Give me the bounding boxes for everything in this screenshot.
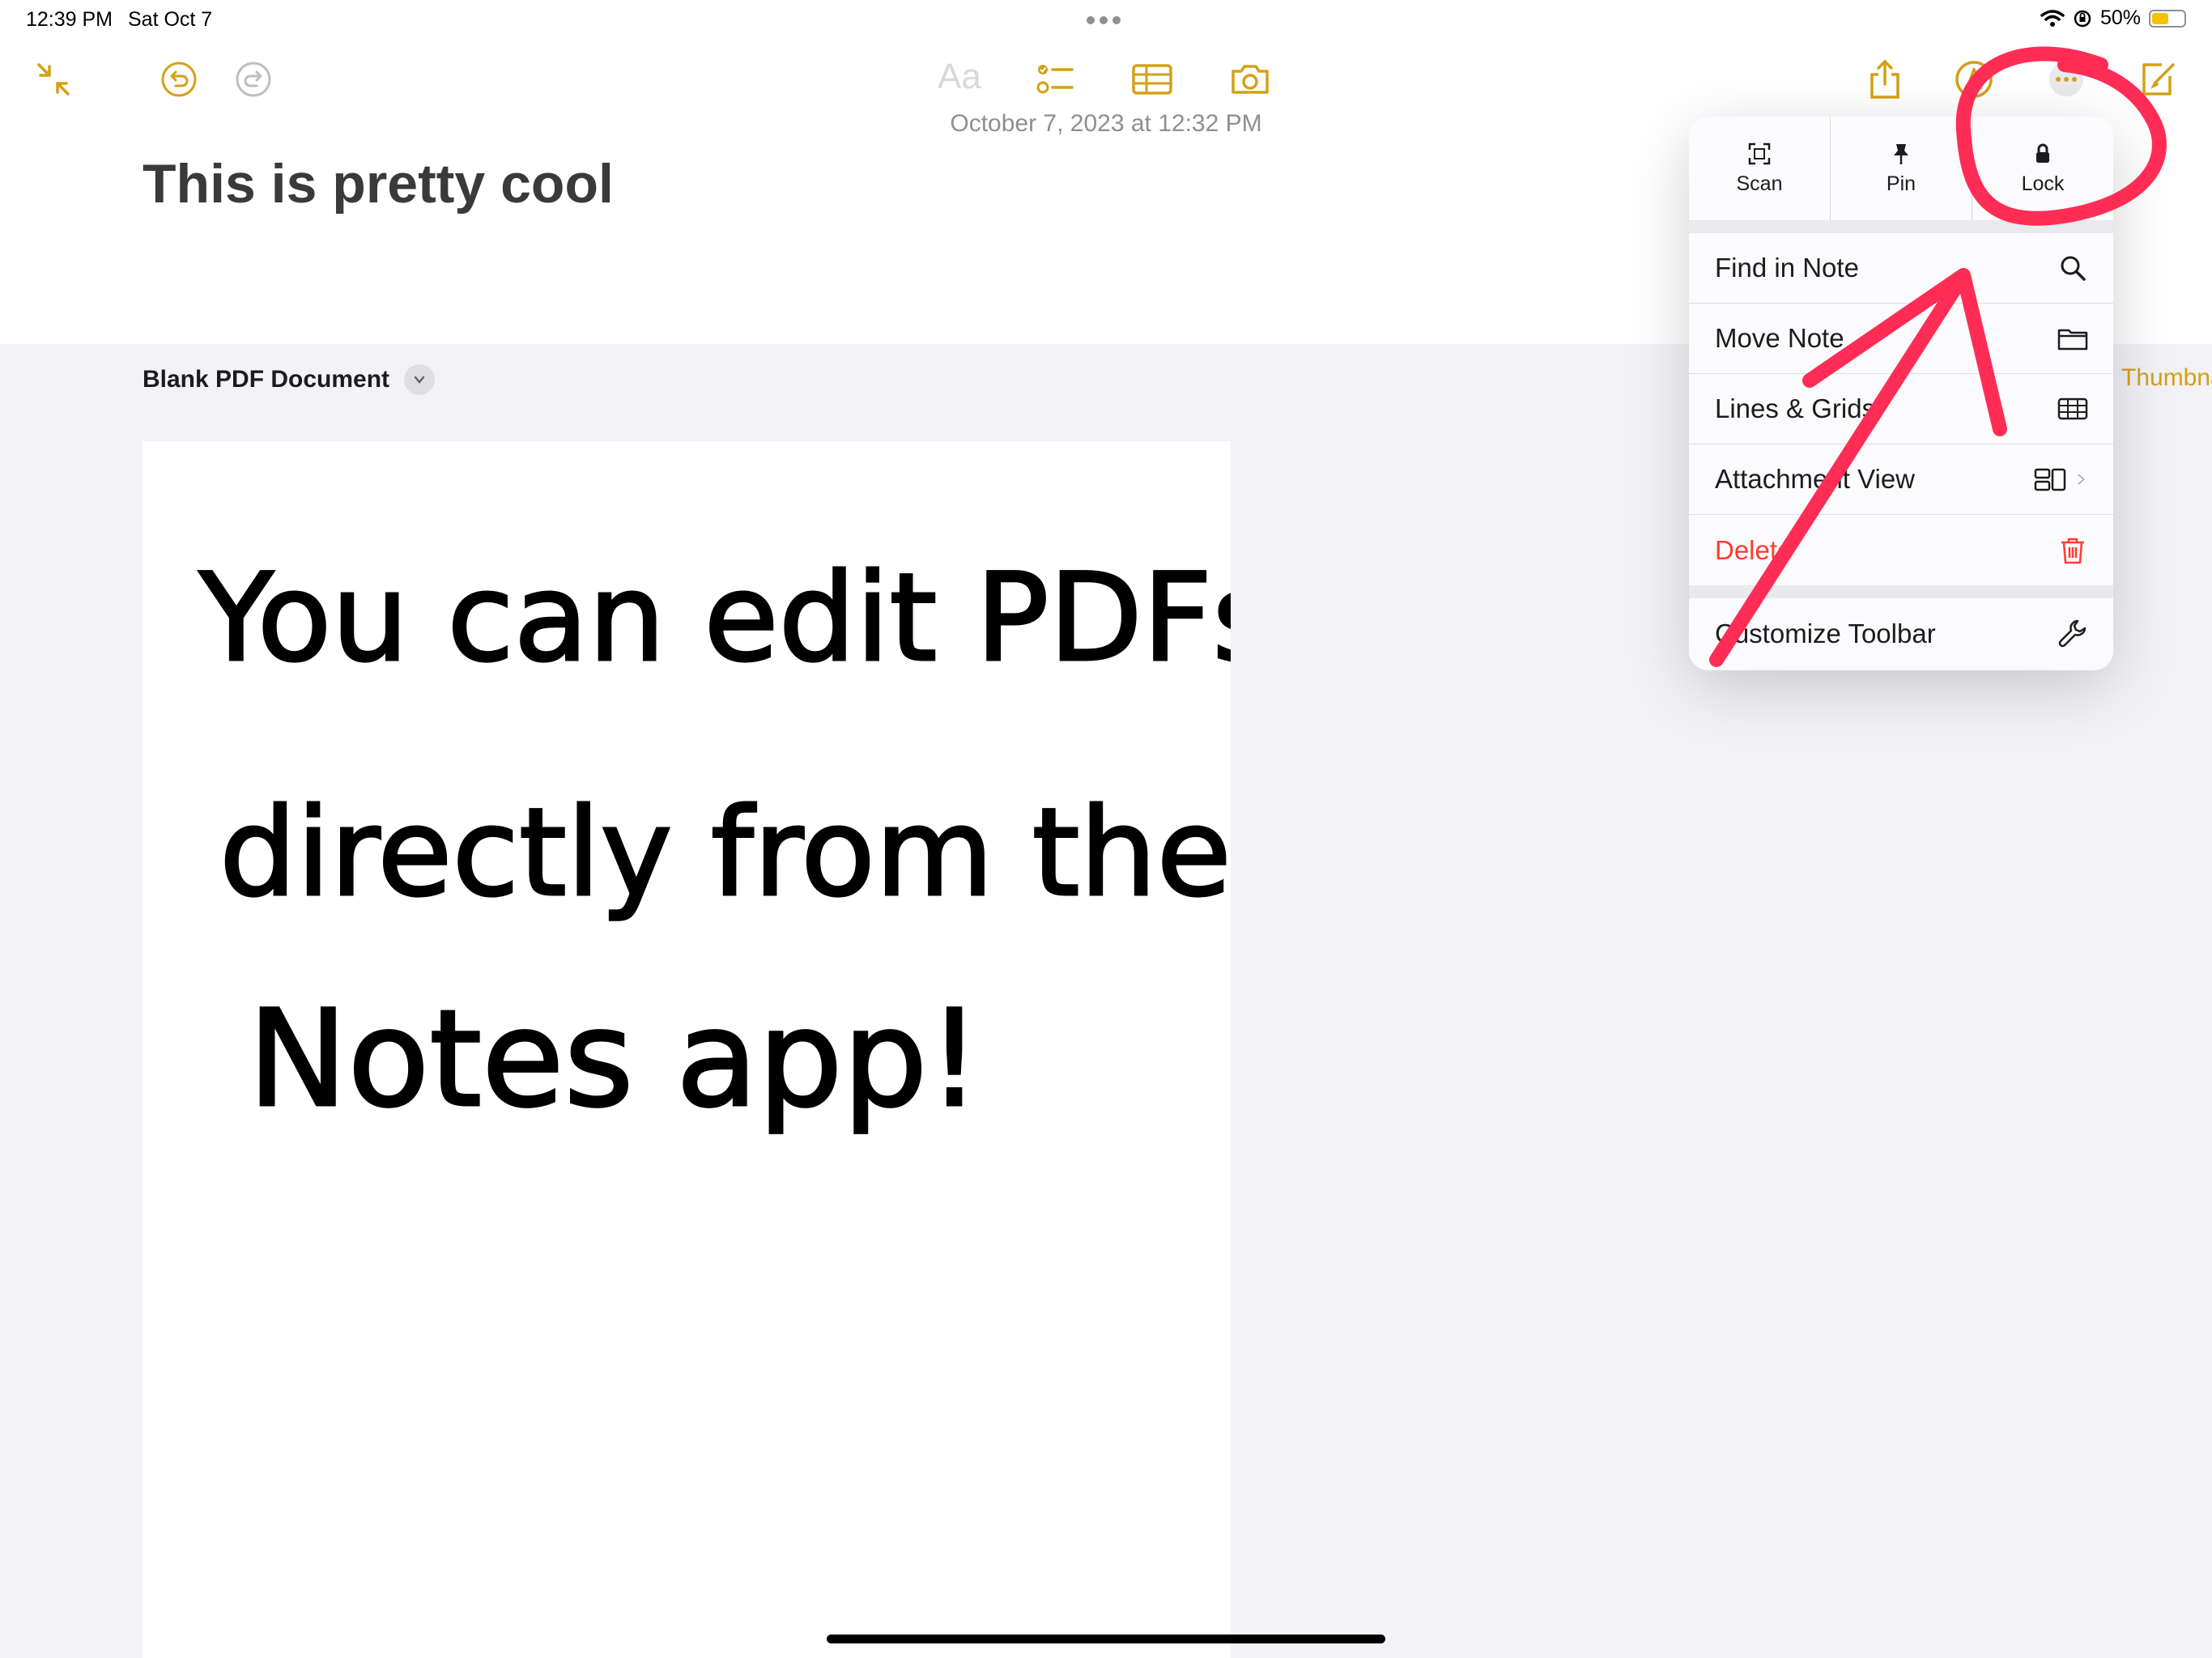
- wifi-icon: [2040, 9, 2065, 27]
- battery-icon: [2149, 9, 2186, 28]
- camera-icon[interactable]: [1226, 55, 1274, 104]
- delete-item[interactable]: Delete: [1689, 515, 2113, 585]
- battery-percent: 50%: [2099, 6, 2141, 29]
- note-title[interactable]: This is pretty cool: [143, 152, 614, 215]
- scan-label: Scan: [1736, 172, 1783, 195]
- thumbnails-link[interactable]: Thumbnails: [2121, 364, 2212, 392]
- chevron-right-icon: [2078, 474, 2086, 485]
- table-icon[interactable]: [1128, 55, 1176, 104]
- customize-toolbar-item[interactable]: Customize Toolbar: [1689, 598, 2113, 669]
- attachment-view-label: Attachment View: [1715, 464, 1916, 494]
- find-in-note-item[interactable]: Find in Note: [1689, 233, 2113, 304]
- pin-button[interactable]: Pin: [1830, 117, 1972, 220]
- pin-icon: [1894, 143, 1908, 164]
- more-icon[interactable]: [2042, 55, 2091, 104]
- undo-icon[interactable]: [155, 55, 203, 104]
- lock-button[interactable]: Lock: [1972, 117, 2113, 220]
- checklist-icon[interactable]: [1032, 55, 1080, 104]
- delete-label: Delete: [1715, 534, 1793, 565]
- attachment-view-icons: [2034, 463, 2089, 495]
- status-date: Sat Oct 7: [128, 8, 213, 31]
- customize-toolbar-label: Customize Toolbar: [1715, 618, 1936, 648]
- handwriting-line-1: You can edit PDFs: [198, 548, 1231, 689]
- find-in-note-label: Find in Note: [1715, 253, 1859, 283]
- multitasking-dots[interactable]: [1087, 16, 1121, 24]
- handwriting: You can edit PDFs directly from the Note…: [198, 547, 1231, 1138]
- note-options-menu: Scan Pin Lock Find in Note Move Note Lin…: [1689, 117, 2113, 670]
- text-format-button[interactable]: Aa: [938, 57, 981, 97]
- wrench-icon: [2058, 619, 2087, 647]
- pdf-title[interactable]: Blank PDF Document: [143, 366, 389, 393]
- chevron-down-icon[interactable]: [404, 364, 436, 395]
- thumbnails-label: Thumbnails: [2121, 364, 2212, 391]
- lines-grids-item[interactable]: Lines & Grids: [1689, 374, 2113, 444]
- folder-icon: [2057, 329, 2088, 351]
- markup-icon[interactable]: [1950, 55, 1998, 104]
- orientation-lock-icon: [2074, 10, 2091, 27]
- pdf-attachment-header: Blank PDF Document: [143, 364, 436, 395]
- lock-label: Lock: [2021, 172, 2065, 195]
- move-note-item[interactable]: Move Note: [1689, 304, 2113, 374]
- move-note-label: Move Note: [1715, 323, 1844, 353]
- home-indicator[interactable]: [827, 1635, 1385, 1643]
- trash-icon: [2061, 538, 2084, 563]
- handwriting-line-3: Notes app!: [248, 981, 981, 1137]
- menu-separator: [1689, 220, 2113, 233]
- collapse-icon[interactable]: [29, 55, 78, 104]
- status-time: 12:39 PM: [26, 8, 113, 31]
- attachment-view-icon: [2034, 468, 2066, 491]
- pin-label: Pin: [1886, 172, 1916, 195]
- redo-icon[interactable]: [229, 55, 278, 104]
- grid-icon: [2057, 397, 2088, 420]
- handwriting-line-2: directly from the: [219, 783, 1231, 924]
- scan-button[interactable]: Scan: [1689, 117, 1830, 220]
- menu-separator: [1689, 585, 2113, 598]
- attachment-view-item[interactable]: Attachment View: [1689, 444, 2113, 515]
- compose-icon[interactable]: [2134, 55, 2183, 104]
- search-icon: [2061, 256, 2086, 281]
- lines-grids-label: Lines & Grids: [1715, 393, 1876, 423]
- menu-quick-actions: Scan Pin Lock: [1689, 117, 2113, 220]
- status-indicators: 50%: [2040, 6, 2186, 30]
- scan-icon: [1748, 142, 1771, 164]
- share-icon[interactable]: [1861, 55, 1909, 104]
- lock-icon: [2036, 143, 2049, 163]
- pdf-page[interactable]: You can edit PDFs directly from the Note…: [143, 441, 1231, 1658]
